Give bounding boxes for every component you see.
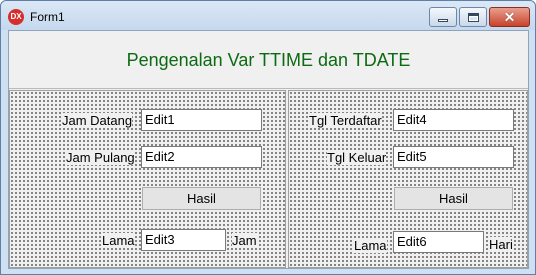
time-panel: Jam Datang Edit1 Jam Pulang Edit2 Hasil …	[9, 90, 286, 268]
title-bar[interactable]: DX Form1 ✕	[1, 1, 535, 30]
close-button[interactable]: ✕	[489, 7, 530, 27]
jam-pulang-label: Jam Pulang	[66, 150, 135, 165]
hasil-date-button[interactable]: Hasil	[394, 187, 513, 210]
tgl-keluar-input[interactable]: Edit5	[393, 146, 514, 168]
maximize-button[interactable]	[459, 7, 487, 27]
lama-hari-output[interactable]: Edit6	[393, 231, 484, 253]
page-title: Pengenalan Var TTIME dan TDATE	[126, 50, 411, 70]
app-logo-icon: DX	[8, 9, 24, 25]
minimize-button[interactable]	[429, 7, 457, 27]
hari-unit-label: Hari	[489, 237, 513, 252]
tgl-terdaftar-label: Tgl Terdaftar	[309, 113, 382, 128]
jam-datang-input[interactable]: Edit1	[141, 109, 262, 131]
lama-jam-output[interactable]: Edit3	[141, 229, 226, 251]
minimize-icon	[438, 18, 448, 22]
close-icon: ✕	[503, 9, 516, 25]
form-client-area: Pengenalan Var TTIME dan TDATE Jam Datan…	[8, 30, 529, 269]
lama-jam-label: Lama	[102, 233, 135, 248]
app-window: DX Form1 ✕ Pengenalan Var TTIME dan TDAT…	[0, 0, 536, 275]
tgl-terdaftar-input[interactable]: Edit4	[393, 109, 514, 131]
jam-datang-label: Jam Datang	[62, 113, 133, 128]
maximize-icon	[467, 12, 479, 22]
tgl-keluar-label: Tgl Keluar	[327, 150, 387, 165]
window-title: Form1	[30, 10, 65, 24]
lama-hari-label: Lama	[354, 238, 387, 253]
header-panel: Pengenalan Var TTIME dan TDATE	[9, 31, 528, 89]
hasil-time-button[interactable]: Hasil	[142, 187, 261, 210]
date-panel: Tgl Terdaftar Edit4 Tgl Keluar Edit5 Has…	[288, 90, 528, 268]
jam-unit-label: Jam	[232, 233, 257, 248]
jam-pulang-input[interactable]: Edit2	[141, 146, 262, 168]
